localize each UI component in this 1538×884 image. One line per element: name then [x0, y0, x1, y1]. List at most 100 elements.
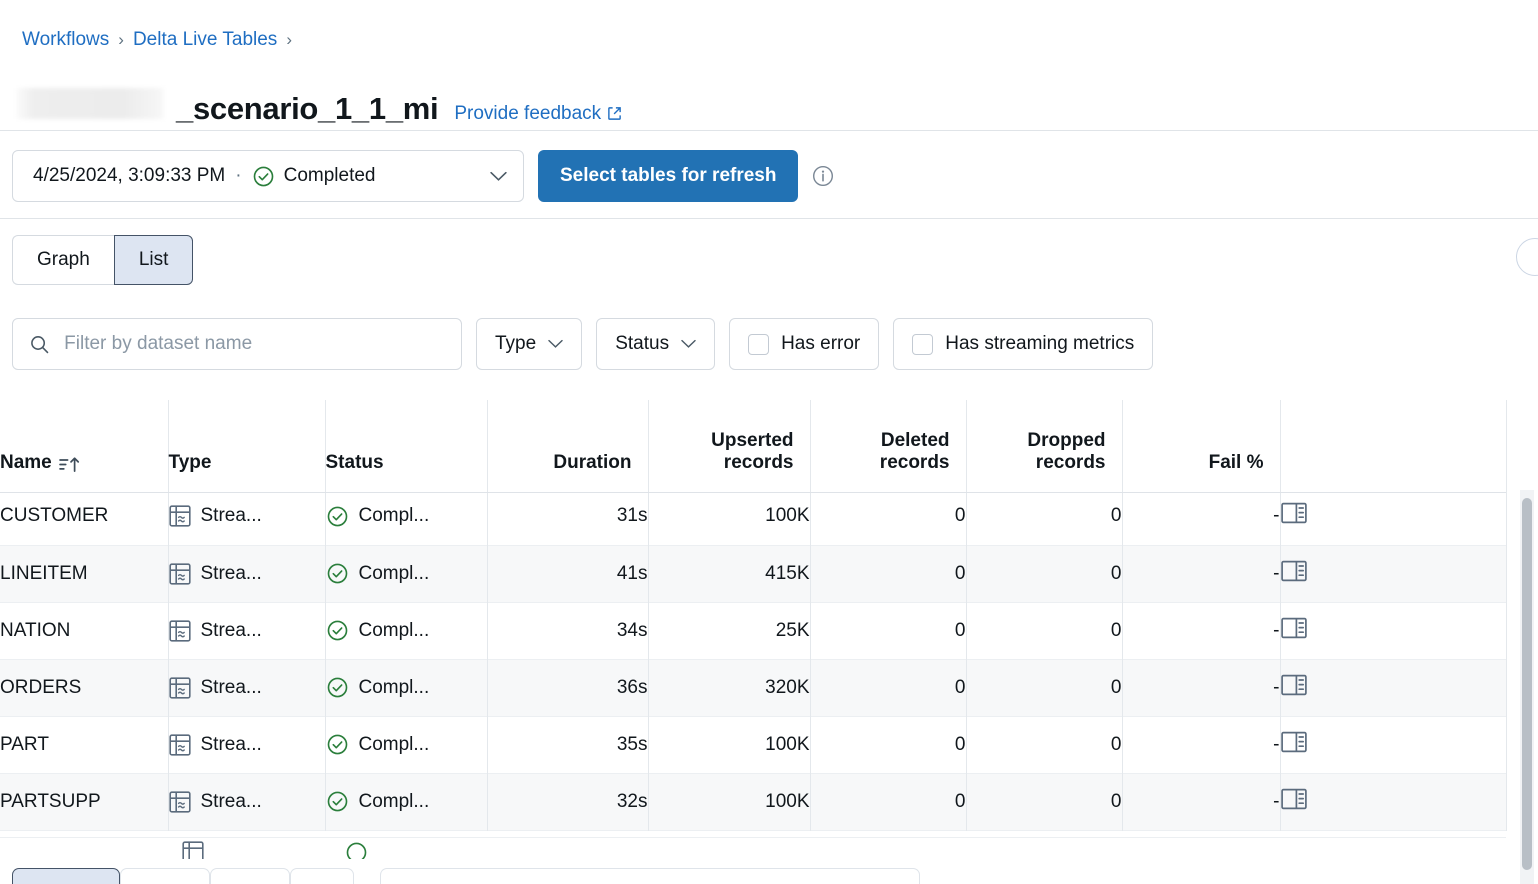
cell-dropped-records: 0 [966, 773, 1122, 830]
detail-panel-icon[interactable] [1281, 788, 1307, 810]
column-header-dropped-line1: Dropped [1027, 430, 1105, 452]
tab-graph[interactable]: Graph [12, 235, 114, 285]
run-selector-dropdown[interactable]: 4/25/2024, 3:09:33 PM · Completed [12, 150, 524, 202]
streaming-table-icon [169, 677, 191, 699]
has-error-label: Has error [781, 333, 860, 355]
column-header-dropped-line2: records [1036, 452, 1106, 474]
column-header-duration-label: Duration [553, 452, 631, 474]
table-row[interactable]: PART Strea... Compl...35s100K00- [0, 716, 1506, 773]
info-circle-icon[interactable] [812, 165, 834, 187]
check-circle-icon [326, 505, 349, 528]
detail-panel-icon[interactable] [1281, 617, 1307, 639]
run-toolbar: 4/25/2024, 3:09:33 PM · Completed Select… [12, 150, 834, 202]
column-header-dropped-records[interactable]: Dropped records [966, 400, 1122, 488]
page-title-row: _scenario_1_1_mi Provide feedback [16, 70, 622, 148]
cell-upserted-records: 100K [648, 773, 810, 830]
cell-status-label: Compl... [359, 791, 430, 813]
vertical-scrollbar-thumb[interactable] [1522, 498, 1532, 870]
cell-duration: 32s [487, 773, 648, 830]
cell-status-label: Compl... [359, 677, 430, 699]
run-timestamp: 4/25/2024, 3:09:33 PM [33, 165, 225, 187]
chevron-down-icon [681, 339, 696, 349]
detail-panel-icon[interactable] [1281, 674, 1307, 696]
has-streaming-metrics-filter[interactable]: Has streaming metrics [893, 318, 1153, 370]
edge-round-control[interactable] [1516, 238, 1538, 276]
detail-panel-icon[interactable] [1281, 560, 1307, 582]
table-row[interactable]: ORDERS Strea... Compl...36s320K00- [0, 659, 1506, 716]
status-filter-dropdown[interactable]: Status [596, 318, 715, 370]
cell-status: Compl... [325, 659, 487, 716]
check-circle-icon [326, 790, 349, 813]
cell-deleted-records: 0 [810, 773, 966, 830]
bottom-panel[interactable] [380, 868, 920, 884]
cell-fail-percent: - [1122, 602, 1280, 659]
cell-type-label: Strea... [201, 791, 262, 813]
cell-status-label: Compl... [359, 505, 430, 527]
table-row[interactable]: LINEITEM Strea... Compl...41s415K00- [0, 545, 1506, 602]
has-error-filter[interactable]: Has error [729, 318, 879, 370]
column-header-type[interactable]: Type [168, 400, 325, 488]
search-icon [29, 333, 50, 356]
cell-type-label: Strea... [201, 677, 262, 699]
cell-deleted-records: 0 [810, 716, 966, 773]
type-filter-dropdown[interactable]: Type [476, 318, 582, 370]
filter-bar: Type Status Has error Has streaming metr… [12, 318, 1153, 370]
cell-actions[interactable] [1280, 545, 1506, 602]
column-header-upserted-line1: Upserted [711, 430, 793, 452]
has-error-checkbox[interactable] [748, 334, 769, 355]
cell-actions[interactable] [1280, 716, 1506, 773]
bottom-tab-1[interactable] [12, 868, 120, 884]
cell-fail-percent: - [1122, 545, 1280, 602]
bottom-tab-3[interactable] [210, 868, 290, 884]
streaming-table-icon [169, 791, 191, 813]
cell-upserted-records: 100K [648, 488, 810, 545]
column-header-fail-label: Fail % [1209, 452, 1264, 474]
cell-upserted-records: 320K [648, 659, 810, 716]
detail-panel-icon[interactable] [1281, 502, 1307, 524]
breadcrumb-item-delta-live-tables[interactable]: Delta Live Tables [133, 28, 277, 52]
cell-type: Strea... [168, 716, 325, 773]
table-row[interactable]: NATION Strea... Compl...34s25K00- [0, 602, 1506, 659]
cell-actions[interactable] [1280, 602, 1506, 659]
dataset-search-box[interactable] [12, 318, 462, 370]
breadcrumb-item-workflows[interactable]: Workflows [22, 28, 109, 52]
cell-deleted-records: 0 [810, 602, 966, 659]
cell-dropped-records: 0 [966, 716, 1122, 773]
search-input[interactable] [62, 332, 445, 356]
detail-panel-icon[interactable] [1281, 731, 1307, 753]
cell-actions[interactable] [1280, 773, 1506, 830]
select-tables-for-refresh-button[interactable]: Select tables for refresh [538, 150, 798, 202]
column-header-deleted-records[interactable]: Deleted records [810, 400, 966, 488]
column-header-duration[interactable]: Duration [487, 400, 648, 488]
column-header-fail-percent[interactable]: Fail % [1122, 400, 1280, 488]
cell-status: Compl... [325, 545, 487, 602]
cell-duration: 41s [487, 545, 648, 602]
dlt-pipeline-page: Workflows › Delta Live Tables › _scenari… [0, 0, 1538, 884]
bottom-tab-2[interactable] [120, 868, 210, 884]
cell-status-label: Compl... [359, 734, 430, 756]
tab-list[interactable]: List [114, 235, 194, 285]
streaming-table-icon [169, 620, 191, 642]
cell-status-label: Compl... [359, 563, 430, 585]
streaming-table-icon [169, 563, 191, 585]
cell-upserted-records: 415K [648, 545, 810, 602]
cell-type-label: Strea... [201, 734, 262, 756]
table-row-partial[interactable] [0, 837, 1506, 859]
column-header-status[interactable]: Status [325, 400, 487, 488]
has-streaming-metrics-checkbox[interactable] [912, 334, 933, 355]
view-mode-tabs: Graph List [12, 235, 193, 285]
bottom-tab-4[interactable] [290, 868, 354, 884]
cell-actions[interactable] [1280, 659, 1506, 716]
column-header-upserted-records[interactable]: Upserted records [648, 400, 810, 488]
column-header-name[interactable]: Name [0, 400, 168, 488]
provide-feedback-link[interactable]: Provide feedback [454, 103, 622, 125]
breadcrumb-separator-icon: › [118, 28, 124, 52]
column-header-name-label: Name [0, 452, 52, 474]
cell-dropped-records: 0 [966, 602, 1122, 659]
check-circle-icon [252, 165, 275, 188]
cell-actions[interactable] [1280, 488, 1506, 545]
table-row[interactable]: CUSTOMER Strea... Compl...31s100K00- [0, 488, 1506, 545]
bottom-tab-strip [0, 866, 1538, 884]
table-row[interactable]: PARTSUPP Strea... Compl...32s100K00- [0, 773, 1506, 830]
chevron-down-icon [464, 171, 507, 182]
